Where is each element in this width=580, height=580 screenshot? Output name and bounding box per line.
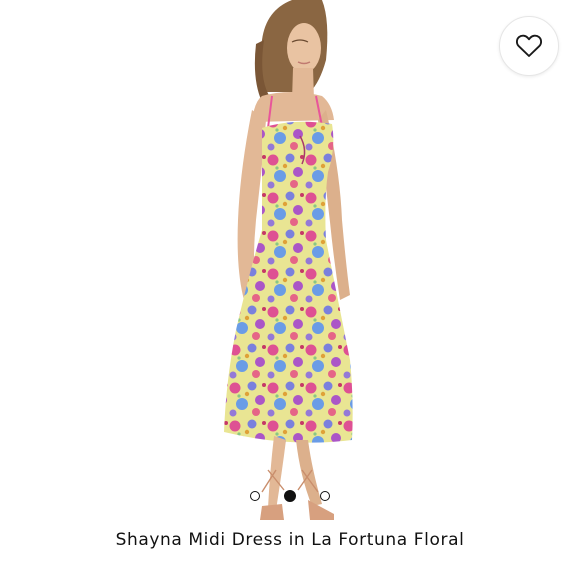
product-card: Shayna Midi Dress in La Fortuna Floral <box>0 0 580 580</box>
product-image[interactable] <box>0 0 580 520</box>
pagination-dot-3[interactable] <box>320 491 330 501</box>
favorite-button[interactable] <box>499 16 559 76</box>
product-title[interactable]: Shayna Midi Dress in La Fortuna Floral <box>0 530 580 550</box>
image-pagination <box>250 489 330 503</box>
heart-outline-icon <box>516 34 542 57</box>
pagination-dot-2-active[interactable] <box>284 490 296 502</box>
pagination-dot-1[interactable] <box>250 491 260 501</box>
